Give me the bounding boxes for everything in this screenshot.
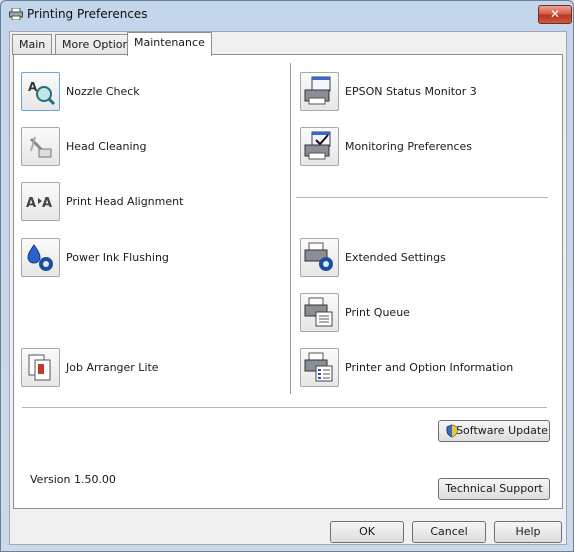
head-cleaning-icon — [29, 136, 52, 158]
extended-settings-label: Extended Settings — [345, 251, 446, 264]
printer-icon — [9, 8, 23, 20]
status-monitor-label: EPSON Status Monitor 3 — [345, 85, 477, 98]
printer-option-info-button[interactable] — [300, 348, 339, 387]
column-divider — [290, 63, 291, 394]
monitoring-preferences-button[interactable] — [300, 127, 339, 166]
tab-main[interactable]: Main — [12, 34, 53, 55]
printing-preferences-window: Printing Preferences ✕ Main More Options… — [0, 0, 574, 552]
extended-settings-button[interactable] — [300, 238, 339, 277]
head-cleaning-button[interactable] — [21, 127, 60, 166]
svg-text:A: A — [42, 196, 52, 211]
job-arranger-icon — [28, 354, 51, 381]
window-title: Printing Preferences — [27, 7, 148, 21]
printer-info-icon — [304, 352, 333, 382]
extended-settings-icon — [304, 242, 333, 271]
title-bar[interactable]: Printing Preferences ✕ — [1, 1, 573, 29]
cancel-button[interactable]: Cancel — [412, 521, 486, 543]
nozzle-check-button[interactable]: A — [21, 72, 60, 111]
monitoring-preferences-label: Monitoring Preferences — [345, 140, 473, 153]
head-alignment-icon: A A — [26, 196, 52, 211]
print-head-alignment-label: Print Head Alignment — [66, 195, 184, 208]
client-area: Main More Options Maintenance A Nozzle C… — [9, 31, 567, 545]
power-ink-flushing-button[interactable] — [21, 238, 60, 277]
close-button[interactable]: ✕ — [538, 5, 572, 24]
print-head-alignment-button[interactable]: A A — [21, 182, 60, 221]
version-text: Version 1.50.00 — [30, 473, 116, 486]
technical-support-button[interactable]: Technical Support — [438, 478, 550, 500]
shield-icon — [446, 424, 458, 438]
status-monitor-button[interactable] — [300, 72, 339, 111]
job-arranger-lite-button[interactable] — [21, 348, 60, 387]
svg-text:A: A — [26, 196, 36, 211]
print-queue-label: Print Queue — [345, 306, 410, 319]
power-ink-flushing-label: Power Ink Flushing — [66, 251, 169, 264]
tab-maintenance[interactable]: Maintenance — [127, 32, 212, 56]
right-separator — [296, 197, 548, 198]
nozzle-check-label: Nozzle Check — [66, 85, 140, 98]
bottom-separator — [22, 407, 547, 408]
printer-option-info-label: Printer and Option Information — [345, 361, 514, 374]
print-queue-icon — [304, 297, 333, 327]
monitoring-preferences-icon — [304, 131, 331, 160]
head-cleaning-label: Head Cleaning — [66, 140, 147, 153]
print-queue-button[interactable] — [300, 293, 339, 332]
software-update-button[interactable]: Software Update — [438, 420, 550, 442]
status-monitor-icon — [304, 76, 331, 105]
job-arranger-lite-label: Job Arranger Lite — [66, 361, 159, 374]
maintenance-panel: A Nozzle Check Head Cleaning A A Print H… — [13, 54, 563, 509]
ink-flushing-icon — [27, 244, 53, 271]
nozzle-check-icon: A — [28, 80, 56, 106]
ok-button[interactable]: OK — [330, 521, 404, 543]
help-button[interactable]: Help — [494, 521, 562, 543]
